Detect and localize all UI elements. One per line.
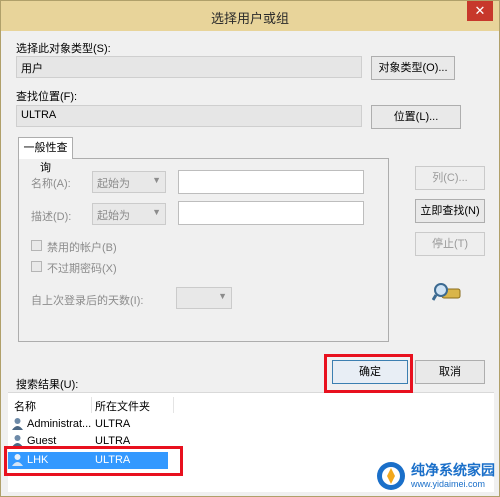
chevron-down-icon: ▼: [152, 175, 161, 185]
disabled-accounts-label: 禁用的帐户(B): [47, 242, 117, 254]
result-folder: ULTRA: [95, 418, 131, 430]
watermark-url: www.yidaimei.com: [411, 479, 486, 489]
column-header-name[interactable]: 名称: [14, 398, 36, 414]
watermark: 纯净系统家园 www.yidaimei.com: [371, 458, 495, 494]
ok-highlight-box: [324, 354, 413, 393]
columns-button[interactable]: 列(C)...: [415, 166, 485, 190]
name-mode-select[interactable]: 起始为 ▼: [92, 171, 166, 193]
column-header-folder[interactable]: 所在文件夹: [95, 398, 150, 414]
title-bar: 选择用户或组 ✕: [1, 1, 499, 31]
disabled-accounts-checkbox[interactable]: [31, 240, 42, 251]
description-label: 描述(D):: [31, 211, 72, 223]
column-separator: [173, 397, 174, 413]
tab-general-query[interactable]: 一般性查询: [18, 137, 73, 174]
description-input[interactable]: [178, 201, 364, 225]
days-since-logon-select[interactable]: ▼: [176, 287, 232, 309]
description-mode-select[interactable]: 起始为 ▼: [92, 203, 166, 225]
general-query-panel: 名称(A): 起始为 ▼ 描述(D): 起始为 ▼ 禁用的帐户(B) 不过期密码…: [18, 158, 389, 342]
days-since-logon-label: 自上次登录后的天数(I):: [31, 295, 144, 307]
object-types-button[interactable]: 对象类型(O)...: [371, 56, 455, 80]
no-expire-password-label: 不过期密码(X): [47, 263, 117, 275]
object-type-field: 用户: [16, 56, 362, 78]
find-now-button[interactable]: 立即查找(N): [415, 199, 485, 223]
name-mode-value: 起始为: [97, 178, 130, 190]
location-field: ULTRA: [16, 105, 362, 127]
search-results-label: 搜索结果(U):: [16, 379, 79, 391]
site-logo-icon: [377, 462, 405, 490]
column-separator: [91, 397, 92, 413]
stop-button[interactable]: 停止(T): [415, 232, 485, 256]
no-expire-password-checkbox[interactable]: [31, 261, 42, 272]
user-icon: [12, 418, 23, 430]
close-button[interactable]: ✕: [467, 1, 493, 21]
chevron-down-icon: ▼: [218, 291, 227, 301]
locations-button[interactable]: 位置(L)...: [371, 105, 461, 129]
select-users-dialog: 选择用户或组 ✕ 选择此对象类型(S): 用户 对象类型(O)... 查找位置(…: [0, 0, 500, 497]
list-item[interactable]: Administrat... ULTRA: [8, 416, 168, 433]
lhk-highlight-box: [4, 446, 183, 476]
location-label: 查找位置(F):: [16, 91, 78, 103]
object-type-label: 选择此对象类型(S):: [16, 43, 111, 55]
watermark-text: 纯净系统家园: [411, 463, 495, 479]
name-input[interactable]: [178, 170, 364, 194]
chevron-down-icon: ▼: [152, 207, 161, 217]
window-title: 选择用户或组: [210, 11, 289, 26]
cancel-button[interactable]: 取消: [415, 360, 485, 384]
description-mode-value: 起始为: [97, 210, 130, 222]
result-name: Administrat...: [27, 418, 92, 430]
search-users-icon: [432, 283, 461, 301]
